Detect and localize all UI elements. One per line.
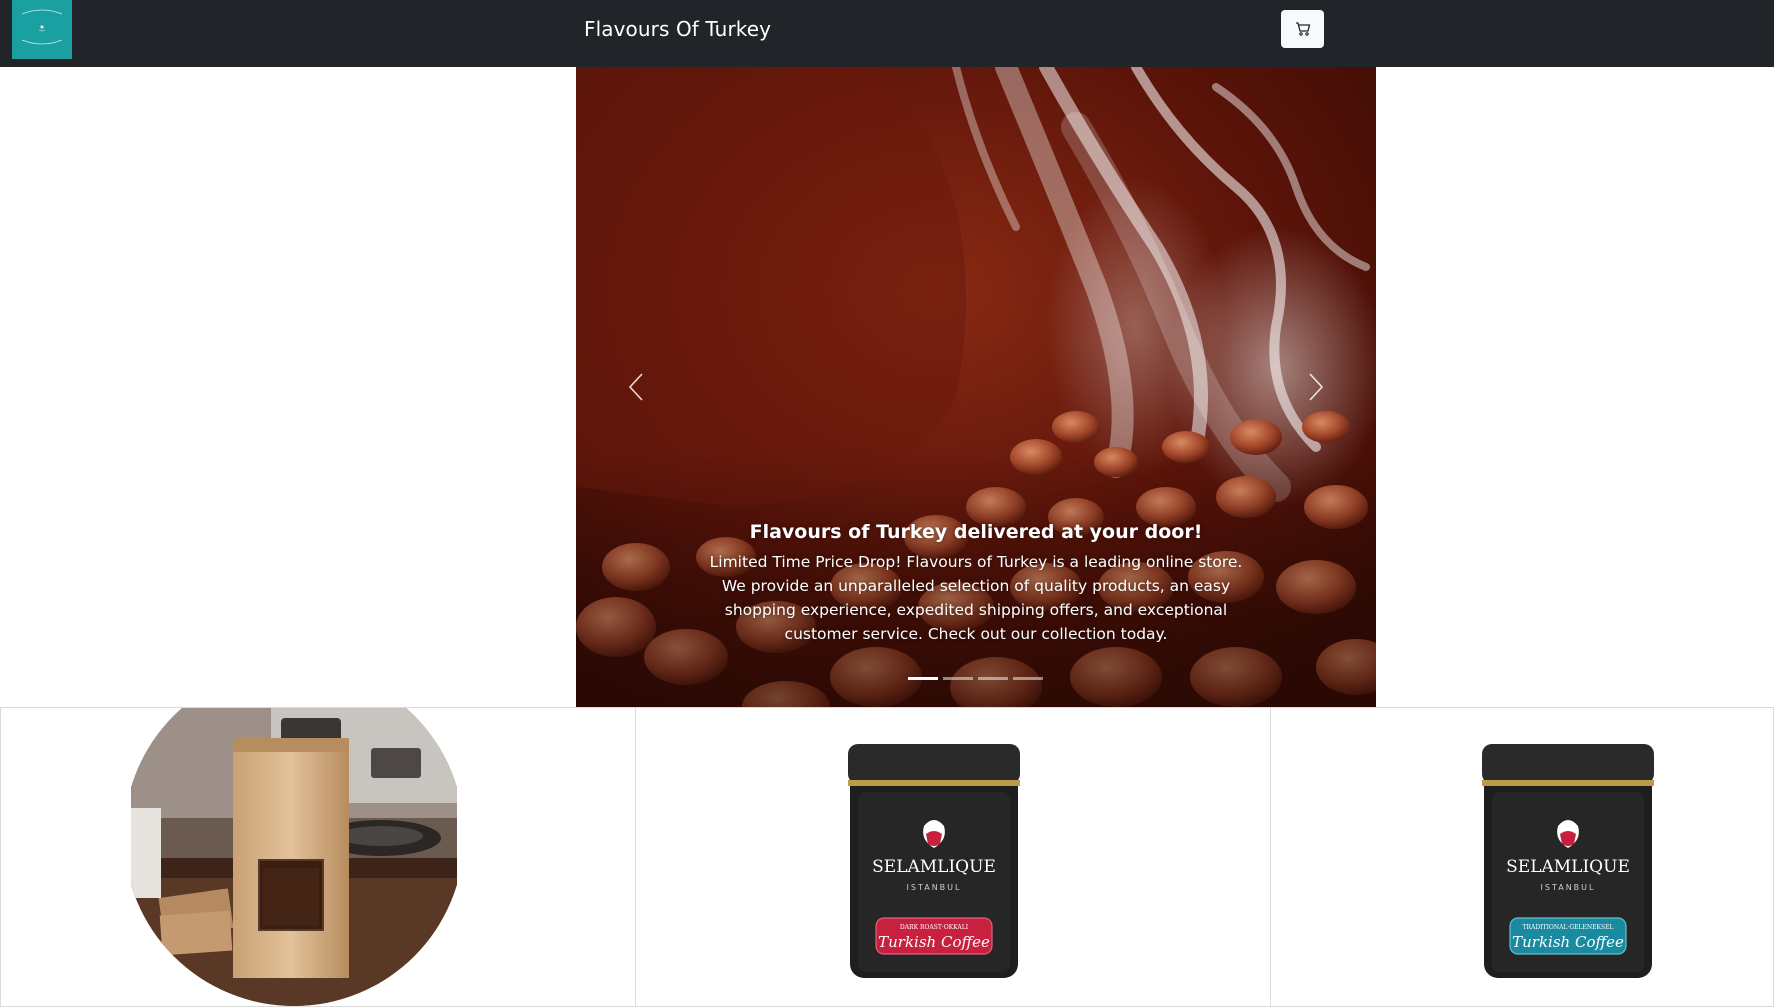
carousel-indicators [576, 677, 1376, 680]
selamlique-traditional-tin-image: SELAMLIQUE ISTANBUL TRADITIONAL·GELENEKS… [1482, 744, 1654, 978]
navbar: Flavours Of Turkey [0, 0, 1774, 67]
selamlique-dark-roast-tin-image: SELAMLIQUE ISTANBUL DARK ROAST·OKKALI Tu… [848, 744, 1020, 978]
tin-variant-text: DARK ROAST·OKKALI [900, 924, 969, 931]
carousel-next-button[interactable] [1256, 67, 1376, 707]
site-title[interactable]: Flavours Of Turkey [584, 16, 771, 42]
tin-product-text: Turkish Coffee [1512, 933, 1624, 951]
product-card-coffee-bag[interactable] [0, 707, 636, 1007]
tin-brand-text: SELAMLIQUE [872, 857, 996, 877]
product-grid: SELAMLIQUE ISTANBUL DARK ROAST·OKKALI Tu… [0, 707, 1774, 1007]
cart-icon [1295, 22, 1310, 36]
coffee-bag-image [131, 708, 457, 1006]
tin-product-text: Turkish Coffee [878, 933, 990, 951]
carousel-caption-text: Limited Time Price Drop! Flavours of Tur… [709, 553, 1243, 643]
tin-brand-text: SELAMLIQUE [1506, 857, 1630, 877]
carousel-caption: Flavours of Turkey delivered at your doo… [706, 519, 1246, 646]
carousel-caption-title: Flavours of Turkey delivered at your doo… [749, 521, 1203, 543]
carousel-indicator-3[interactable] [978, 677, 1008, 680]
chevron-left-icon [628, 373, 643, 401]
cart-button[interactable] [1281, 10, 1324, 48]
flavours-of-turkey-logo[interactable] [12, 0, 72, 59]
carousel-indicator-1[interactable] [908, 677, 938, 680]
hero-carousel: Flavours of Turkey delivered at your doo… [576, 67, 1376, 707]
carousel-indicator-2[interactable] [943, 677, 973, 680]
chevron-right-icon [1309, 373, 1324, 401]
tin-variant-text: TRADITIONAL·GELENEKSEL [1523, 924, 1614, 931]
tin-city-text: ISTANBUL [907, 883, 962, 892]
carousel-prev-button[interactable] [576, 67, 696, 707]
carousel-indicator-4[interactable] [1013, 677, 1043, 680]
product-card-traditional[interactable]: SELAMLIQUE ISTANBUL TRADITIONAL·GELENEKS… [1270, 707, 1774, 1007]
product-card-dark-roast[interactable]: SELAMLIQUE ISTANBUL DARK ROAST·OKKALI Tu… [635, 707, 1271, 1007]
tin-city-text: ISTANBUL [1541, 883, 1596, 892]
